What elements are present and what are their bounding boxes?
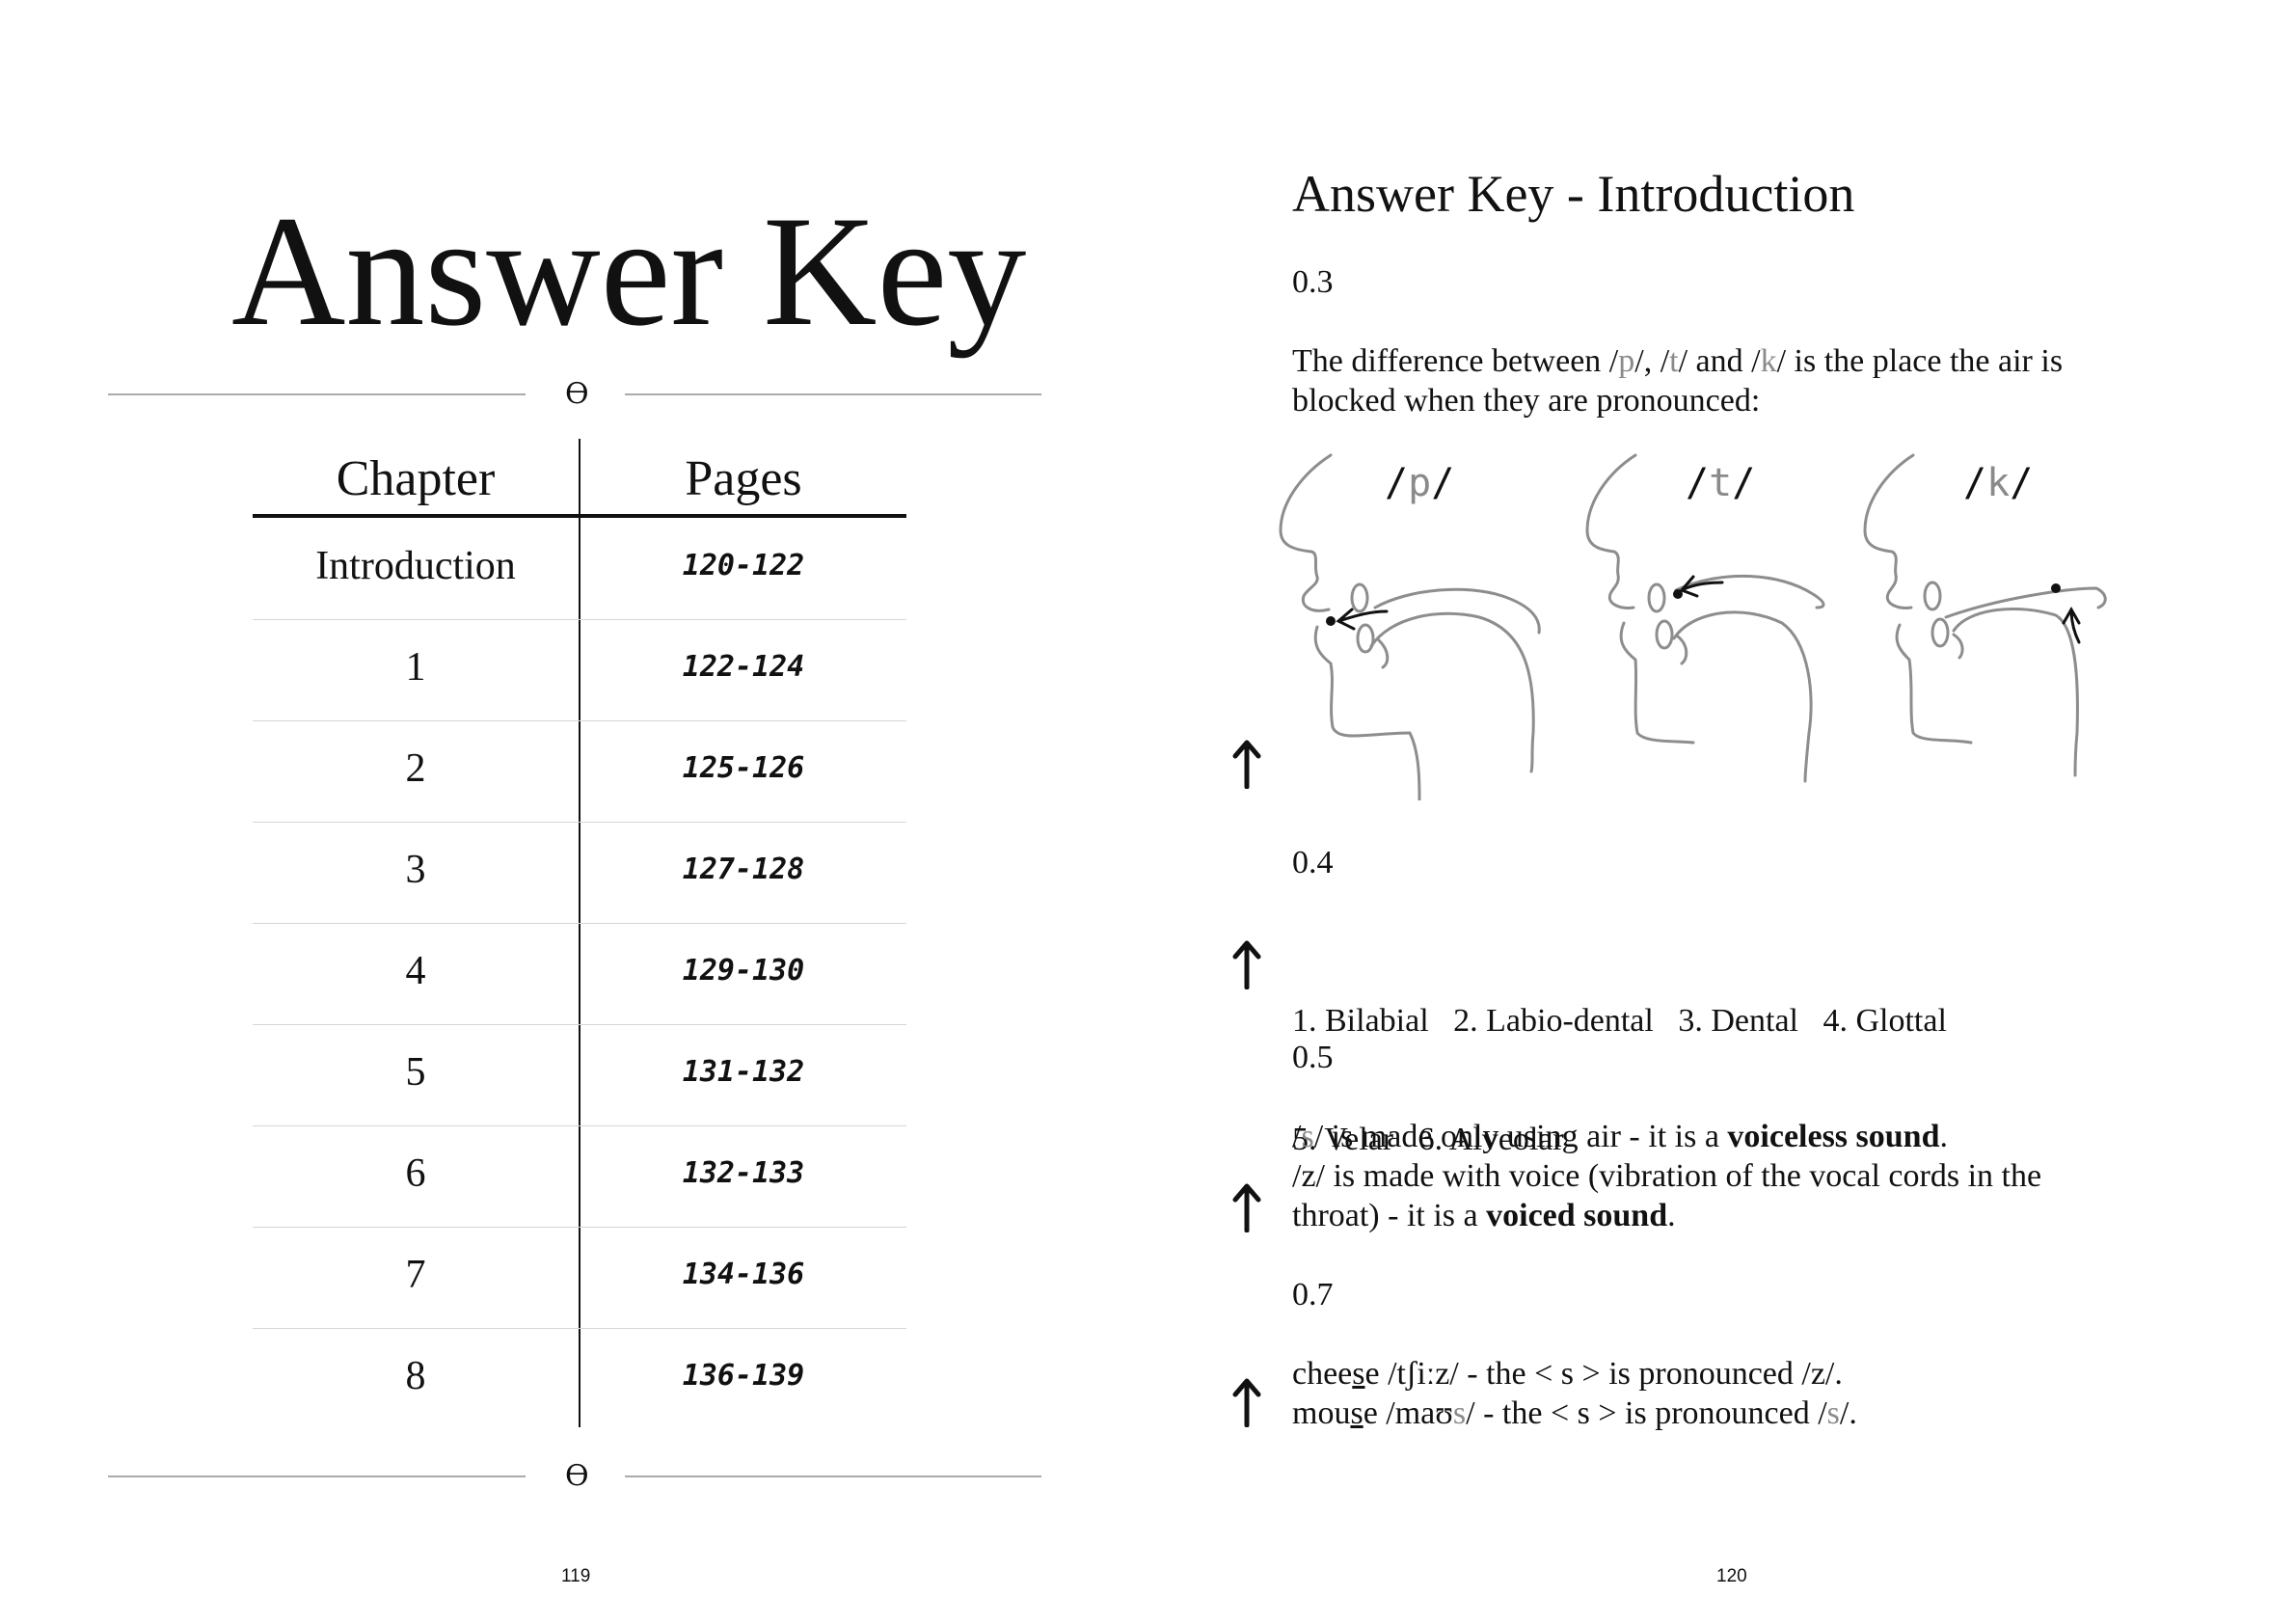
text-run: e /tʃiːz/ - the < s > is pronounced /z/. [1364, 1356, 1843, 1392]
paragraph: cheese /tʃiːz/ - the < s > is pronounced… [1292, 1354, 1857, 1433]
table-row: 2 125-126 [253, 720, 906, 823]
divider-top-right [625, 393, 1041, 395]
pages-cell: 131-132 [682, 1055, 805, 1089]
paragraph: The difference between /p/, /t/ and /k/ … [1292, 341, 2063, 420]
text-run: /. [1839, 1395, 1857, 1431]
mouth-diagram-p [1279, 453, 1541, 800]
text-line: The difference between /p/, /t/ and /k/ … [1292, 341, 2063, 381]
bold-term: voiced sound [1486, 1198, 1668, 1233]
divider-bottom-right [625, 1475, 1041, 1477]
table-row: 5 131-132 [253, 1024, 906, 1126]
chapter-cell: Introduction [315, 544, 516, 588]
chapter-cell: 1 [405, 645, 426, 690]
chapter-cell: 7 [405, 1253, 426, 1297]
chapter-cell: 2 [405, 746, 426, 791]
text-line: throat) - it is a voiced sound. [1292, 1196, 2041, 1235]
divider-top-left [108, 393, 526, 395]
text-line: 1. Bilabial 2. Labio-dental 3. Dental 4.… [1292, 1003, 1947, 1039]
header-chapter: Chapter [336, 451, 496, 506]
mouth-diagram-k [1863, 453, 2107, 777]
up-arrow-icon [1232, 740, 1261, 789]
table-row: 8 136-139 [253, 1328, 906, 1429]
text-run: / and / [1678, 343, 1761, 379]
chapter-cell: 5 [405, 1050, 426, 1095]
page-number-right: 120 [1716, 1566, 1747, 1586]
text-run: mou [1292, 1395, 1351, 1431]
ornament-icon: ϴ [565, 1459, 589, 1493]
text-run: / is the place the air is [1776, 343, 2064, 379]
paragraph: /s/ is made only using air - it is a voi… [1292, 1117, 2041, 1235]
section-number: 0.5 [1292, 1040, 1334, 1075]
table-row: 1 122-124 [253, 619, 906, 721]
section-number: 0.4 [1292, 845, 1334, 880]
section-title: Answer Key - Introduction [1292, 165, 1855, 223]
up-arrow-icon [1232, 1378, 1261, 1427]
table-row: 4 129-130 [253, 923, 906, 1025]
underlined-letter: s [1352, 1356, 1365, 1392]
ornament-icon: ϴ [565, 377, 589, 411]
phoneme-symbol: s [1301, 1119, 1314, 1154]
text-line: cheese /tʃiːz/ - the < s > is pronounced… [1292, 1354, 1857, 1394]
phoneme-symbol: t [1669, 343, 1679, 379]
pages-cell: 134-136 [682, 1258, 805, 1291]
text-run: chee [1292, 1356, 1353, 1392]
pages-cell: 125-126 [682, 751, 805, 785]
chapter-table: Chapter Pages Introduction 120-122 1 122… [253, 439, 906, 1427]
section-number: 0.3 [1292, 264, 1334, 300]
pages-cell: 122-124 [682, 650, 805, 684]
text-run: throat) - it is a [1292, 1198, 1487, 1233]
up-arrow-icon [1232, 940, 1261, 989]
phoneme-symbol: k [1760, 343, 1777, 379]
text-run: / - the < s > is pronounced / [1466, 1395, 1827, 1431]
phoneme-symbol: p [1618, 343, 1635, 379]
phoneme-symbol: s [1826, 1395, 1840, 1431]
pages-cell: 127-128 [682, 853, 805, 886]
underlined-letter: s [1350, 1395, 1364, 1431]
text-line: /s/ is made only using air - it is a voi… [1292, 1117, 2041, 1156]
pages-cell: 120-122 [682, 549, 805, 582]
chapter-cell: 6 [405, 1151, 426, 1196]
table-row: 7 134-136 [253, 1227, 906, 1329]
text-run: / is made only using air - it is a [1313, 1119, 1728, 1154]
divider-bottom-left [108, 1475, 526, 1477]
pages-cell: 136-139 [682, 1359, 805, 1393]
text-line: mouse /maʊs/ - the < s > is pronounced /… [1292, 1394, 1857, 1433]
text-line: blocked when they are pronounced: [1292, 383, 1761, 419]
text-run: . [1939, 1119, 1949, 1154]
text-run: . [1667, 1198, 1676, 1233]
mouth-diagram-t [1585, 453, 1825, 783]
section-number: 0.7 [1292, 1277, 1334, 1313]
text-run: /, / [1634, 343, 1670, 379]
up-arrow-icon [1232, 1183, 1261, 1232]
header-pages: Pages [685, 451, 802, 506]
table-row: 6 132-133 [253, 1125, 906, 1228]
text-run: e /maʊ [1363, 1395, 1453, 1431]
table-row: Introduction 120-122 [253, 518, 906, 620]
page-number-left: 119 [561, 1566, 591, 1586]
phoneme-symbol: s [1452, 1395, 1467, 1431]
pages-cell: 129-130 [682, 954, 805, 988]
pages-cell: 132-133 [682, 1156, 805, 1190]
table-row: 3 127-128 [253, 822, 906, 924]
page-title: Answer Key [231, 184, 1027, 359]
bold-term: voiceless sound [1727, 1119, 1940, 1154]
chapter-cell: 8 [405, 1354, 426, 1398]
chapter-cell: 4 [405, 949, 426, 993]
text-run: The difference between / [1292, 343, 1619, 379]
chapter-cell: 3 [405, 848, 426, 892]
text-line: /z/ is made with voice (vibration of the… [1292, 1158, 2042, 1194]
